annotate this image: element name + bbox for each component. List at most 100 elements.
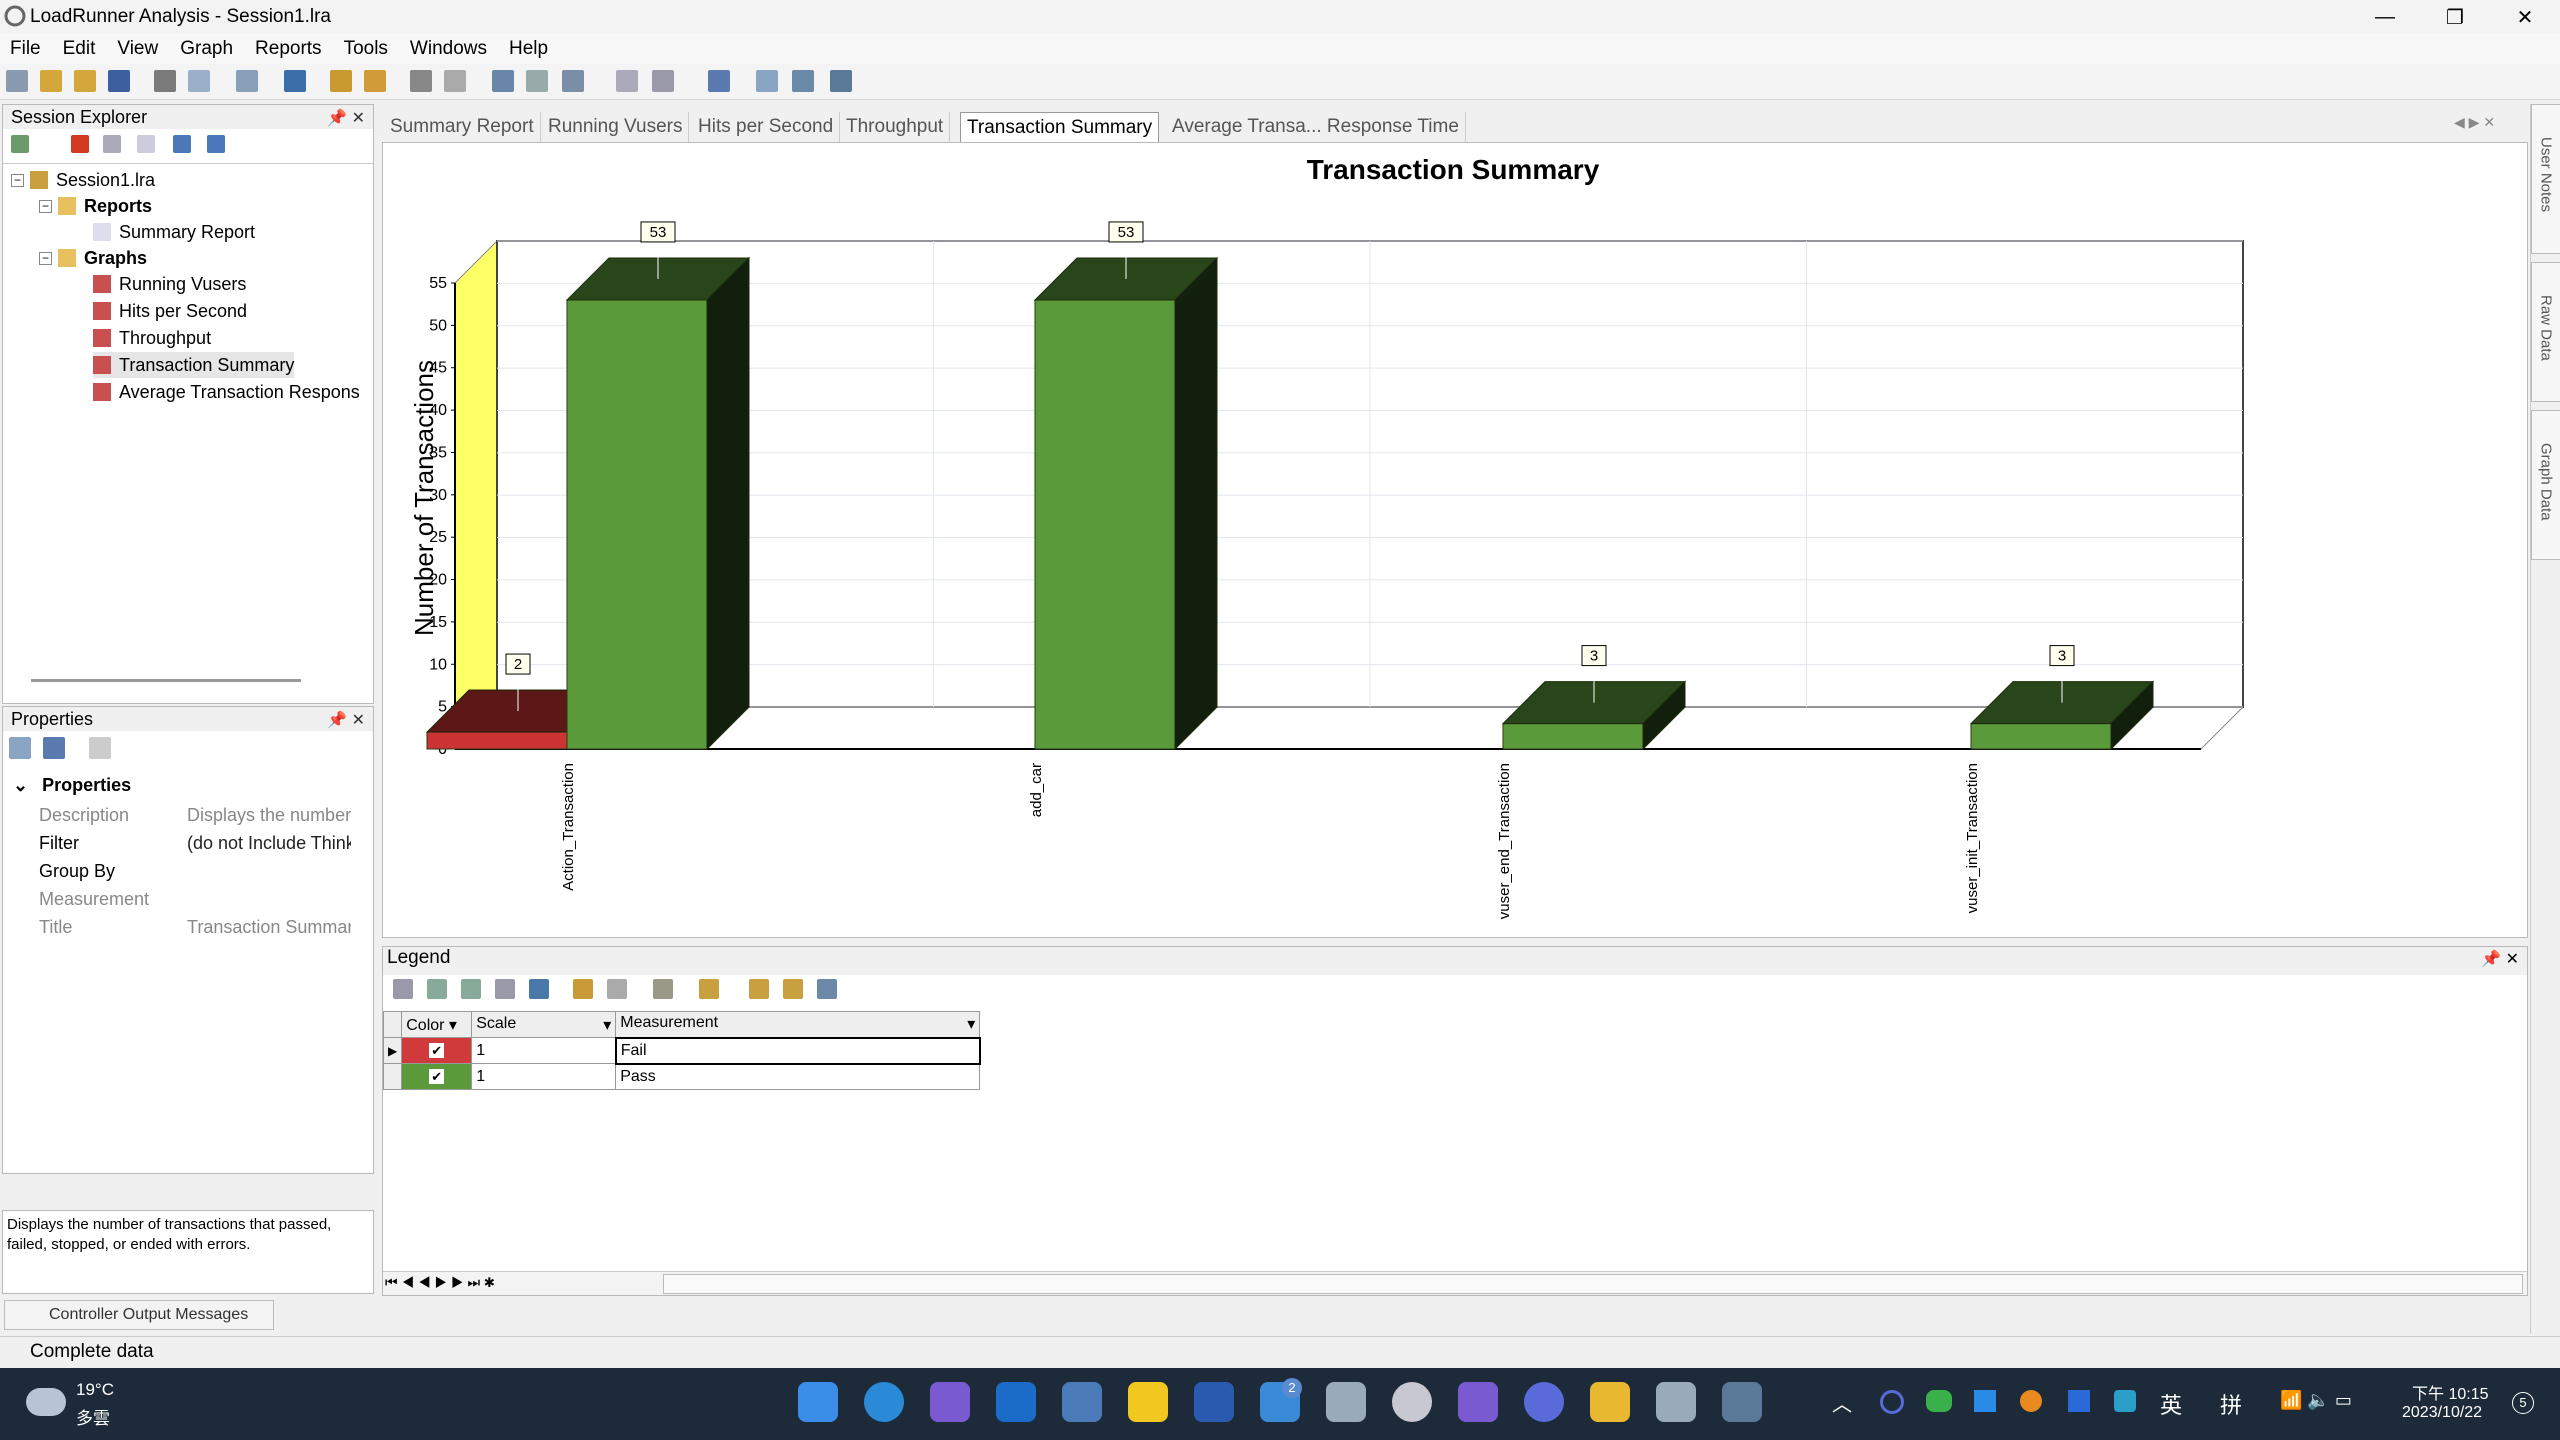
media-player-icon[interactable]	[1392, 1382, 1432, 1422]
clock-time[interactable]: 下午 10:15	[2412, 1380, 2489, 1404]
security-icon[interactable]	[2114, 1390, 2136, 1412]
menu-file[interactable]: File	[10, 38, 41, 60]
ime-mode[interactable]: 拼	[2220, 1388, 2242, 1420]
property-pages-icon[interactable]	[89, 737, 111, 759]
merge-icon[interactable]	[492, 70, 514, 92]
property-row-title[interactable]: Title Transaction Summary	[3, 913, 373, 941]
filter-icon[interactable]	[284, 70, 306, 92]
ime-language[interactable]: 英	[2160, 1388, 2182, 1420]
add-graph-icon[interactable]	[330, 70, 352, 92]
zoom-icon[interactable]	[364, 70, 386, 92]
collapse-icon[interactable]: ⌄	[13, 775, 28, 796]
import-icon[interactable]	[74, 70, 96, 92]
collapse-icon[interactable]: −	[39, 199, 52, 213]
report-icon[interactable]	[708, 70, 730, 92]
checkbox-checked-icon[interactable]: ✔	[429, 1042, 445, 1058]
chart-icon[interactable]	[562, 70, 584, 92]
weather-temperature[interactable]: 19°C	[76, 1380, 114, 1400]
undo-icon[interactable]	[410, 70, 432, 92]
notification-center-badge[interactable]: 5	[2512, 1392, 2534, 1414]
tree-item-summary-report[interactable]: Summary Report	[93, 219, 255, 245]
collapse-icon[interactable]: −	[39, 251, 52, 265]
tab-transaction-summary[interactable]: Transaction Summary	[960, 112, 1160, 142]
clock-date[interactable]: 2023/10/22	[2402, 1404, 2482, 1422]
record-navigation-icon[interactable]: ⏮◀◀▶▶⏭✱	[385, 1274, 499, 1291]
legend-color-cell[interactable]: ✔	[401, 1037, 473, 1064]
tab-graph-data[interactable]: Graph Data	[2531, 410, 2560, 560]
print-preview-icon[interactable]	[188, 70, 210, 92]
property-row-group-by[interactable]: Group By	[3, 857, 373, 885]
legend-measurement-cell[interactable]: Fail	[614, 1036, 981, 1065]
legend-tool-icon[interactable]	[393, 979, 413, 999]
tray-app-icon[interactable]	[2068, 1390, 2090, 1412]
edge-icon[interactable]	[864, 1382, 904, 1422]
menu-windows[interactable]: Windows	[410, 38, 487, 60]
tree-graphs-folder[interactable]: − Graphs	[39, 245, 147, 271]
panel-pin-close-icon[interactable]: 📌 ✕	[2481, 949, 2519, 969]
app-icon[interactable]	[1524, 1382, 1564, 1422]
legend-tool-icon[interactable]	[607, 979, 627, 999]
legend-color-cell[interactable]: ✔	[401, 1063, 473, 1090]
outlook-icon[interactable]	[996, 1382, 1036, 1422]
word-icon[interactable]	[1194, 1382, 1234, 1422]
wechat-icon[interactable]	[1926, 1390, 1952, 1412]
rename-icon[interactable]	[103, 135, 121, 153]
tab-running-vusers[interactable]: Running Vusers	[542, 112, 690, 142]
tree-reports-folder[interactable]: − Reports	[39, 193, 152, 219]
maximize-button[interactable]: ❐	[2420, 0, 2490, 34]
tab-hits-per-second[interactable]: Hits per Second	[692, 112, 841, 142]
filter-icon[interactable]	[529, 979, 549, 999]
copy-icon[interactable]	[236, 70, 258, 92]
legend-row[interactable]: ▶ ✔ 1 Fail	[382, 1036, 981, 1065]
categorized-icon[interactable]	[9, 737, 31, 759]
minimize-button[interactable]: —	[2350, 0, 2420, 34]
legend-measurement-cell[interactable]: Pass	[615, 1063, 981, 1090]
legend-tool-icon[interactable]	[427, 979, 447, 999]
menu-view[interactable]: View	[117, 38, 158, 60]
sticky-notes-icon[interactable]	[1128, 1382, 1168, 1422]
menu-tools[interactable]: Tools	[344, 38, 388, 60]
delete-icon[interactable]	[71, 135, 89, 153]
tab-summary-report[interactable]: Summary Report	[384, 112, 541, 142]
checkbox-checked-icon[interactable]: ✔	[429, 1068, 445, 1084]
tab-user-notes[interactable]: User Notes	[2531, 104, 2560, 254]
menu-reports[interactable]: Reports	[255, 38, 322, 60]
legend-tool-icon[interactable]	[699, 979, 719, 999]
property-row-description[interactable]: Description Displays the number	[3, 801, 373, 829]
chevron-up-icon[interactable]: ︿	[1832, 1388, 1852, 1417]
tree-item-throughput[interactable]: Throughput	[93, 325, 211, 351]
property-row-filter[interactable]: Filter (do not Include Think	[3, 829, 373, 857]
menu-help[interactable]: Help	[509, 38, 548, 60]
horizontal-scrollbar[interactable]	[31, 679, 301, 682]
column-header-measurement[interactable]: Measurement ▾	[615, 1011, 981, 1038]
duplicate-icon[interactable]	[137, 135, 155, 153]
menu-edit[interactable]: Edit	[63, 38, 96, 60]
start-icon[interactable]	[798, 1382, 838, 1422]
move-up-icon[interactable]	[173, 135, 191, 153]
loadrunner-icon[interactable]	[1326, 1382, 1366, 1422]
tree-root[interactable]: − Session1.lra	[11, 167, 155, 193]
panel-pin-close-icon[interactable]: 📌 ✕	[327, 710, 365, 730]
loadrunner-analysis-icon[interactable]	[1722, 1382, 1762, 1422]
bluetooth-icon[interactable]	[1974, 1390, 1996, 1412]
tray-app-icon[interactable]	[1880, 1390, 1904, 1414]
template-icon[interactable]	[756, 70, 778, 92]
legend-scale-cell[interactable]: 1	[471, 1063, 617, 1090]
tree-item-running-vusers[interactable]: Running Vusers	[93, 271, 246, 297]
translate-icon[interactable]	[1062, 1382, 1102, 1422]
legend-tool-icon[interactable]	[817, 979, 837, 999]
tree-item-average-transaction-response[interactable]: Average Transaction Respons	[93, 379, 360, 405]
weather-description[interactable]: 多雲	[76, 1404, 110, 1429]
horizontal-scrollbar[interactable]	[663, 1274, 2523, 1294]
app-icon[interactable]	[930, 1382, 970, 1422]
legend-tool-icon[interactable]	[573, 979, 593, 999]
menu-graph[interactable]: Graph	[180, 38, 233, 60]
tree-item-transaction-summary[interactable]: Transaction Summary	[93, 352, 295, 378]
tab-throughput[interactable]: Throughput	[840, 112, 951, 142]
correlate-icon[interactable]	[526, 70, 548, 92]
open-icon[interactable]	[40, 70, 62, 92]
set-granularity-icon[interactable]	[652, 70, 674, 92]
sort-alpha-icon[interactable]	[43, 737, 65, 759]
new-session-icon[interactable]	[6, 70, 28, 92]
tab-raw-data[interactable]: Raw Data	[2531, 262, 2560, 402]
